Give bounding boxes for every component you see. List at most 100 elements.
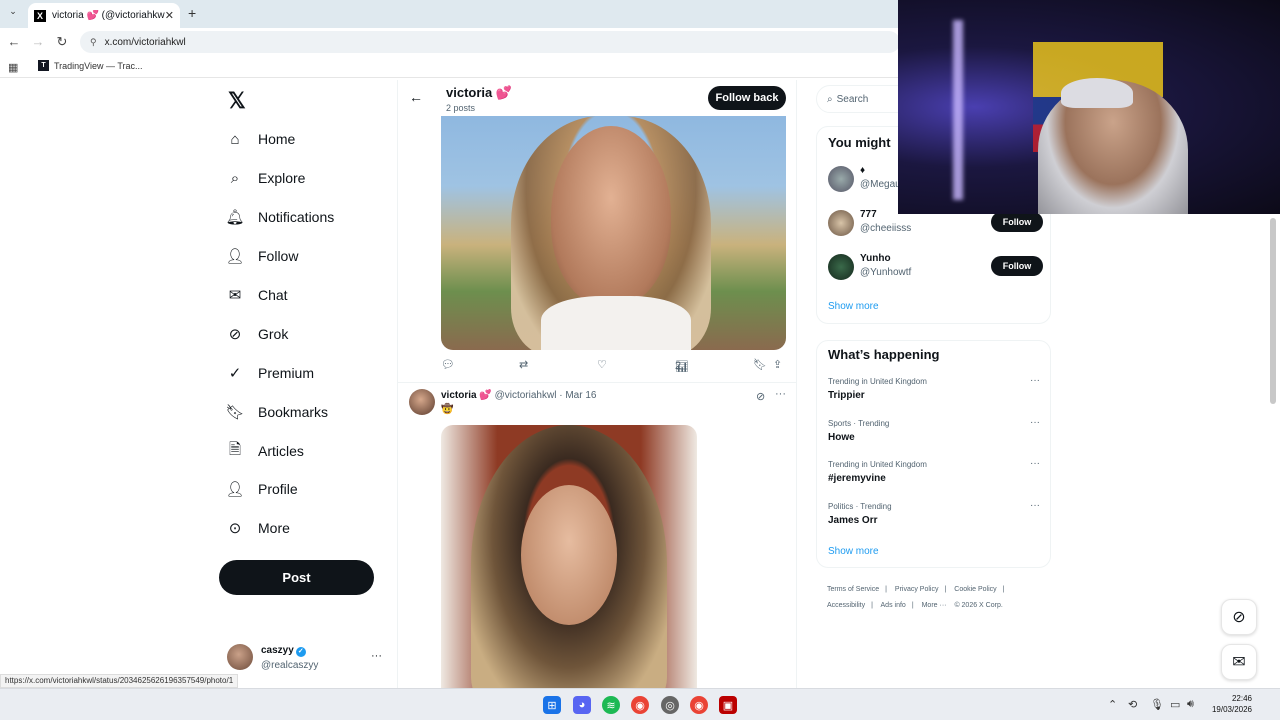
new-tab-icon[interactable]: + — [188, 5, 196, 21]
post-author-name[interactable]: victoria 💕 — [441, 390, 492, 401]
suggestion-handle: @Yunhowtf — [860, 267, 912, 278]
more-dots-icon[interactable]: ··· — [775, 388, 786, 400]
more-dots-icon[interactable]: ··· — [1030, 500, 1040, 511]
nav-chat[interactable]: ✉ Chat — [226, 286, 288, 304]
account-switcher[interactable]: caszyy ✓ @realcaszyy ··· — [227, 644, 387, 674]
chrome-icon[interactable]: ◉ — [631, 696, 649, 714]
sync-icon[interactable]: ⟲ — [1128, 698, 1137, 711]
back-icon[interactable]: ← — [6, 34, 22, 49]
show-more-link[interactable]: Show more — [828, 546, 879, 557]
obs-icon[interactable]: ◎ — [661, 696, 679, 714]
follow-back-button[interactable]: Follow back — [708, 86, 786, 110]
post-date[interactable]: · Mar 16 — [559, 390, 596, 401]
trend-item[interactable]: Trending in United Kingdom #jeremyvine ·… — [828, 458, 1040, 490]
trend-item[interactable]: Politics · Trending James Orr ··· — [828, 500, 1040, 532]
streamer-hair — [1061, 78, 1133, 108]
who-to-follow-title: You might — [828, 135, 891, 150]
app-icon[interactable]: ▣ — [719, 696, 737, 714]
repost-icon[interactable]: ⇄ — [519, 358, 528, 371]
trend-context: Trending in United Kingdom — [828, 460, 927, 469]
footer-separator: | — [1002, 586, 1005, 593]
footer-more[interactable]: More ··· — [922, 602, 947, 609]
nav-explore[interactable]: ⌕ Explore — [226, 169, 306, 187]
post-text: 🤠 — [441, 404, 454, 415]
post-button[interactable]: Post — [219, 560, 374, 595]
chrome-icon[interactable]: ◉ — [690, 696, 708, 714]
system-clock[interactable]: 22:46 19/03/2026 — [1206, 693, 1252, 715]
close-icon[interactable]: ✕ — [165, 9, 174, 22]
x-favicon-icon: X — [34, 9, 46, 22]
post-author-handle[interactable]: @victoriahkwl — [495, 390, 557, 401]
nav-chat-label: Chat — [258, 287, 288, 303]
share-icon[interactable]: ⇪ — [773, 358, 782, 371]
footer-ads-info[interactable]: Ads info — [881, 602, 906, 609]
avatar — [828, 254, 854, 280]
footer-cookie[interactable]: Cookie Policy — [954, 586, 996, 593]
address-bar[interactable]: ⚲ x.com/victoriahkwl — [80, 31, 900, 53]
site-info-icon[interactable]: ⚲ — [90, 37, 97, 48]
more-dots-icon[interactable]: ··· — [1030, 417, 1040, 428]
more-dots-icon[interactable]: ··· — [1030, 375, 1040, 386]
taskbar: ⊞ ◕ ≋ ◉ ◎ ◉ ▣ ⌃ ⟲ 🎙︎ ▭ 🔊︎ 22:46 19/03/20… — [0, 688, 1280, 720]
trend-context: Trending in United Kingdom — [828, 377, 927, 386]
grok-icon: ⊘ — [228, 326, 242, 343]
back-arrow-icon[interactable]: ← — [409, 89, 423, 105]
nav-articles[interactable]: 🗎 Articles — [226, 441, 304, 460]
volume-icon[interactable]: 🔊︎ — [1187, 698, 1194, 711]
bookmark-label: TradingView — Trac... — [54, 60, 143, 71]
trend-item[interactable]: Sports · Trending Howe ··· — [828, 417, 1040, 449]
nav-profile[interactable]: 👤︎ Profile — [225, 480, 297, 498]
nav-more[interactable]: ⊙ More — [226, 519, 290, 537]
discord-icon[interactable]: ◕ — [573, 696, 591, 714]
show-more-link[interactable]: Show more — [828, 301, 879, 312]
messages-fab-icon[interactable]: ✉ — [1221, 644, 1257, 680]
trend-item[interactable]: Trending in United Kingdom Trippier ··· — [828, 375, 1040, 407]
mail-icon: ✉ — [228, 287, 242, 304]
nav-bookmarks[interactable]: 🔖︎ Bookmarks — [225, 403, 328, 421]
nav-home[interactable]: ⌂ Home — [226, 130, 295, 148]
grok-fab-icon[interactable]: ⊘ — [1221, 599, 1257, 635]
more-dots-icon[interactable]: ··· — [1030, 458, 1040, 469]
main-column: ← victoria 💕 2 posts Follow back 💬︎ ⇄ ♡ … — [397, 80, 797, 688]
follow-button[interactable]: Follow — [991, 256, 1043, 276]
led-light — [953, 20, 963, 200]
x-logo-icon[interactable]: 𝕏 — [228, 88, 246, 114]
tab-search-icon[interactable]: ⌄ — [6, 6, 20, 20]
suggestion-name: ♦ — [860, 165, 866, 176]
like-icon[interactable]: ♡ — [597, 358, 607, 371]
scrollbar[interactable] — [1270, 218, 1276, 404]
tray-chevron-icon[interactable]: ⌃ — [1108, 698, 1117, 711]
footer-privacy[interactable]: Privacy Policy — [895, 586, 939, 593]
bookmark-tradingview[interactable]: T TradingView — Trac... — [38, 60, 143, 71]
network-icon[interactable]: ▭ — [1170, 698, 1180, 711]
forward-icon[interactable]: → — [30, 34, 46, 49]
search-placeholder: Search — [836, 93, 869, 105]
follow-button[interactable]: Follow — [991, 212, 1043, 232]
spotify-icon[interactable]: ≋ — [602, 696, 620, 714]
views-count: 2 — [675, 360, 682, 372]
reply-icon[interactable]: 💬︎ — [441, 358, 455, 371]
browser-tab-active[interactable]: X victoria 💕 (@victoriahkwl) / X ✕ — [28, 3, 180, 28]
post-photo[interactable] — [441, 425, 697, 688]
nav-premium[interactable]: ✓ Premium — [226, 364, 314, 382]
nav-follow-label: Follow — [258, 248, 299, 264]
tradingview-icon: T — [38, 60, 49, 71]
search-icon: ⌕ — [827, 93, 833, 105]
footer-separator: | — [871, 602, 873, 609]
microphone-icon[interactable]: 🎙︎ — [1150, 698, 1164, 711]
reload-icon[interactable]: ↻ — [54, 34, 70, 50]
nav-grok[interactable]: ⊘ Grok — [226, 325, 289, 343]
bookmark-icon[interactable]: 🔖︎ — [753, 358, 767, 371]
grok-icon[interactable]: ⊘ — [756, 390, 765, 403]
nav-follow[interactable]: 👤︎ Follow — [225, 247, 299, 265]
windows-start-icon[interactable]: ⊞ — [543, 696, 561, 714]
post-photo[interactable] — [441, 116, 786, 350]
avatar[interactable] — [409, 389, 435, 415]
footer-accessibility[interactable]: Accessibility — [827, 602, 865, 609]
suggestion-item[interactable]: Yunho @Yunhowtf Follow — [828, 251, 1043, 285]
nav-notifications[interactable]: 🔔︎ Notifications — [225, 208, 334, 226]
more-dots-icon[interactable]: ··· — [371, 650, 382, 662]
trend-context: Politics · Trending — [828, 502, 892, 511]
footer-terms[interactable]: Terms of Service — [827, 586, 879, 593]
apps-grid-icon[interactable]: ▦ — [8, 61, 18, 74]
